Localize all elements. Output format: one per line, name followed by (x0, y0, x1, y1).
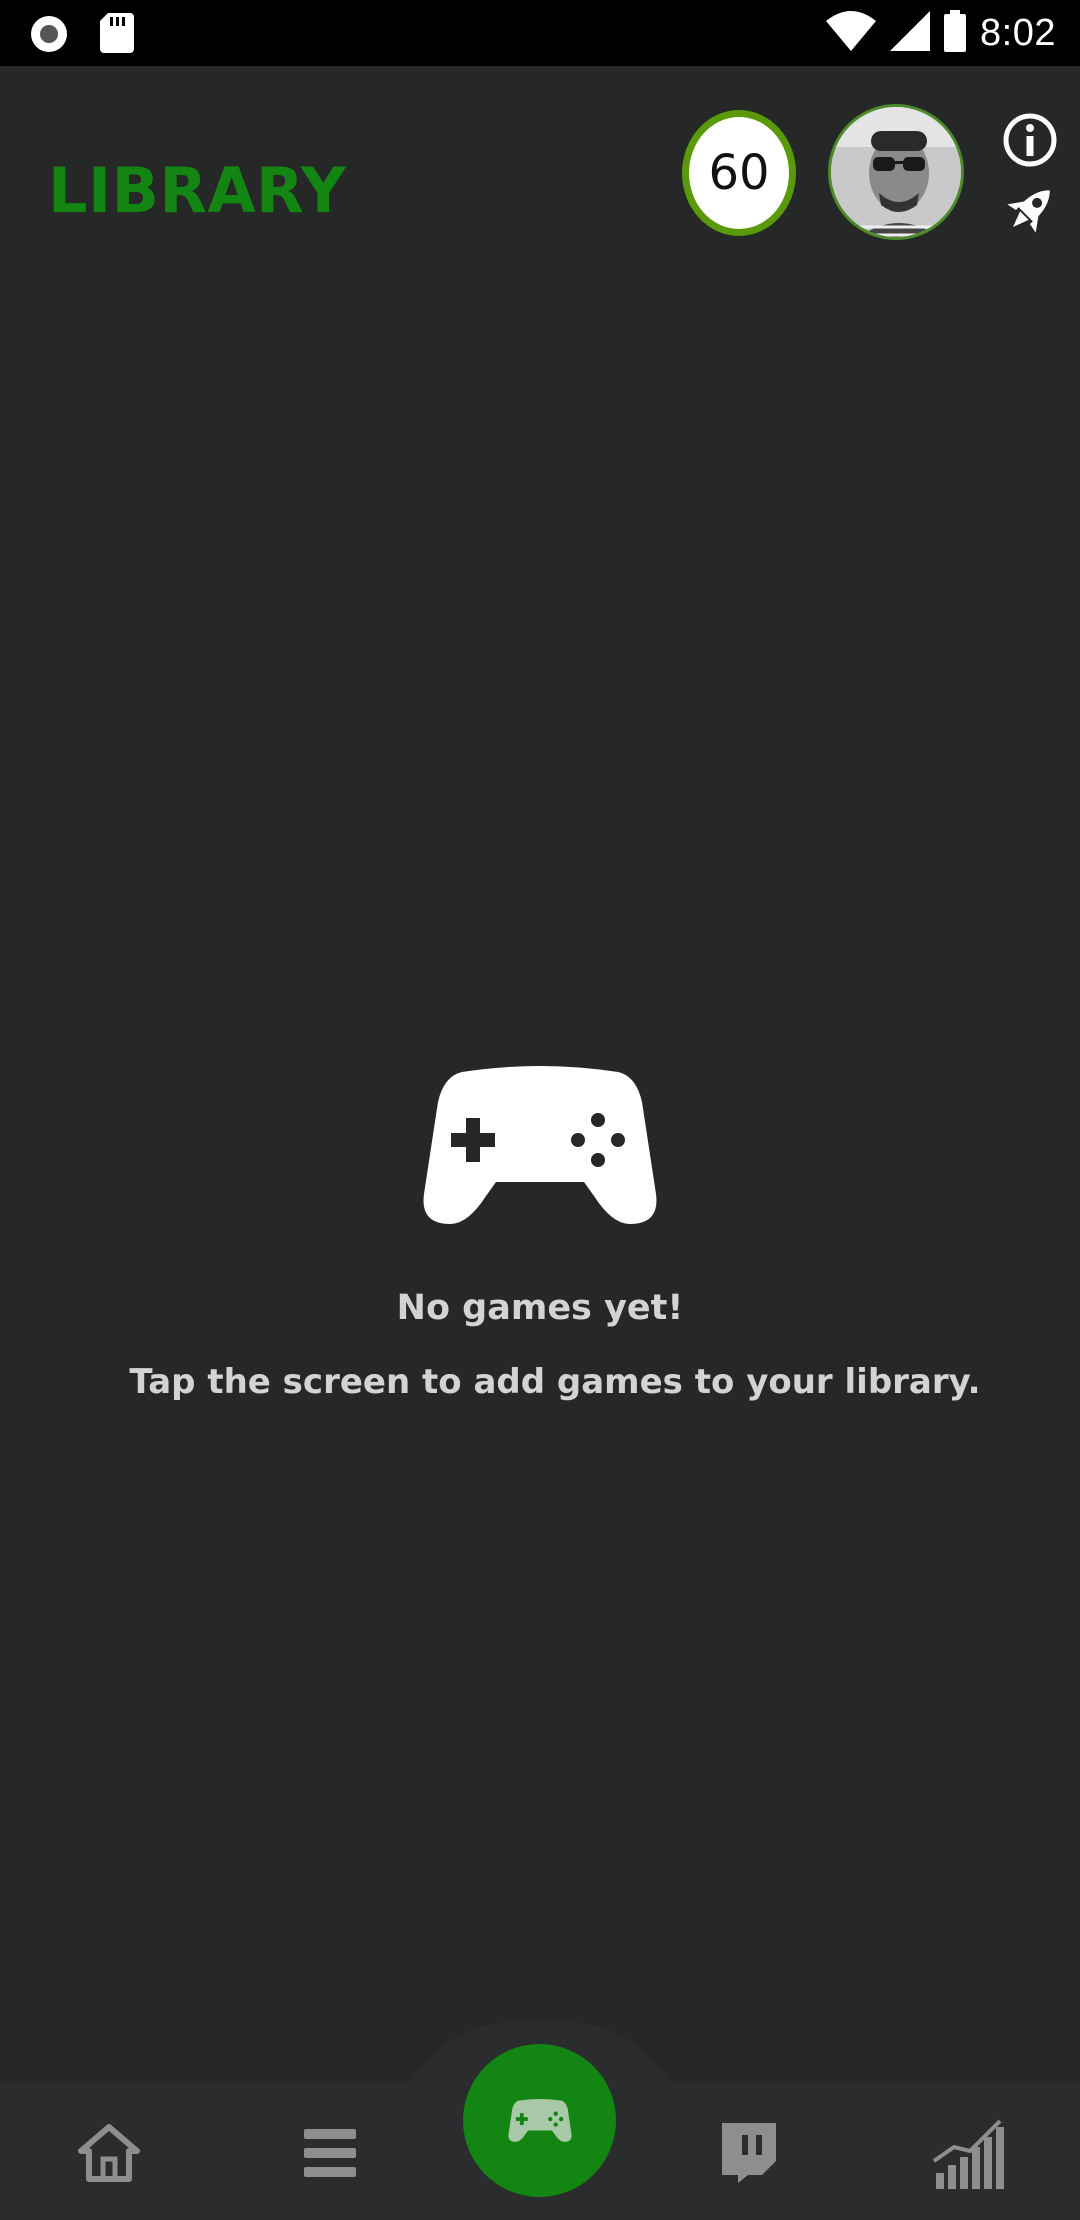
info-icon[interactable] (1002, 112, 1058, 173)
nav-twitch-button[interactable] (708, 2118, 788, 2188)
wifi-icon (826, 10, 877, 56)
signal-icon (890, 10, 931, 56)
nav-home-button[interactable] (69, 2118, 149, 2188)
home-icon (78, 2124, 140, 2182)
empty-state-subtitle[interactable]: Tap the screen to add games to your libr… (0, 1362, 1080, 1402)
page-title: LIBRARY (48, 154, 347, 227)
nav-stats-button[interactable] (928, 2118, 1008, 2189)
battery-icon (944, 9, 967, 57)
nav-library-button[interactable] (463, 2044, 616, 2197)
empty-state-title: No games yet! (396, 1288, 684, 1328)
nav-menu-button[interactable] (290, 2118, 370, 2188)
avatar-photo (831, 107, 961, 237)
record-icon (28, 13, 70, 60)
status-bar: 8:02 (0, 0, 1080, 66)
level-badge[interactable]: 60 (682, 110, 796, 236)
rocket-icon[interactable] (1000, 180, 1060, 245)
sd-card-icon (100, 13, 134, 58)
twitch-icon (722, 2123, 776, 2183)
gamepad-icon (507, 2098, 572, 2142)
stats-icon (932, 2119, 1004, 2189)
menu-icon (304, 2129, 356, 2177)
status-time: 8:02 (980, 11, 1056, 54)
avatar[interactable] (828, 104, 964, 240)
gamepad-icon (422, 1066, 658, 1233)
